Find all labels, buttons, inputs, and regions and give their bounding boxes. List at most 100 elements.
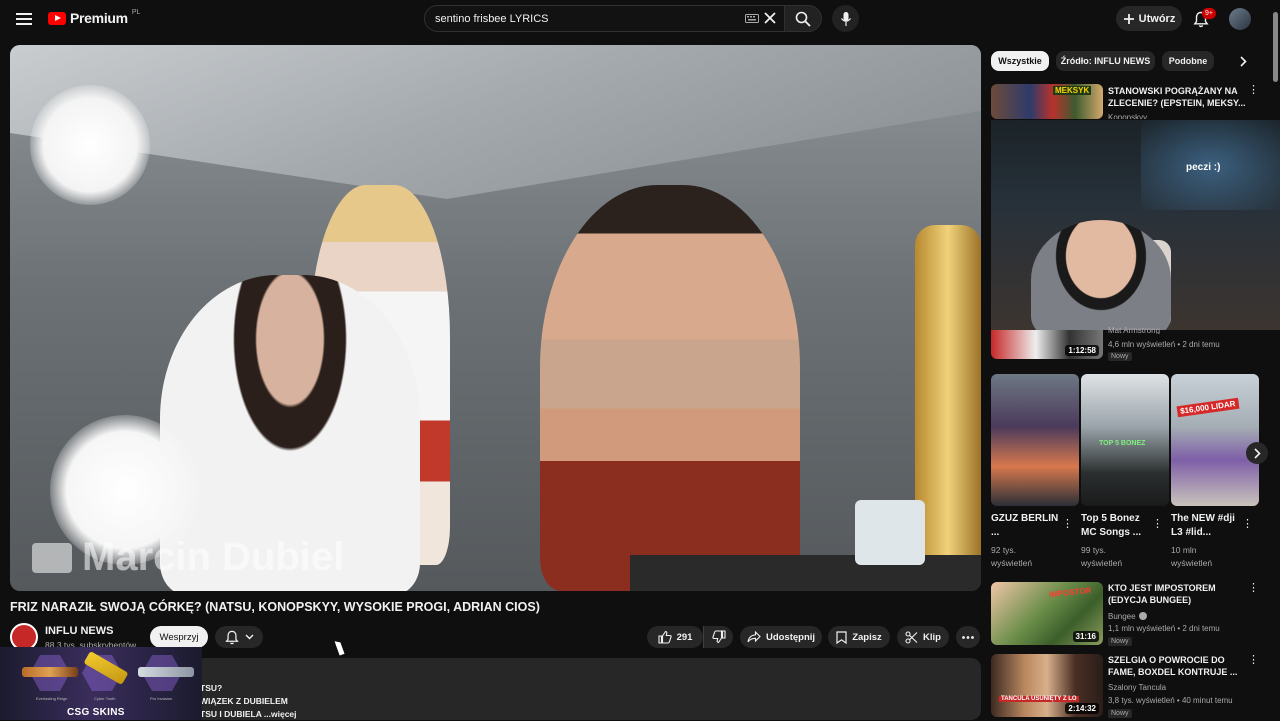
voice-search-button[interactable] — [832, 5, 859, 32]
related-video-title[interactable]: KTO JEST IMPOSTOREM (EDYCJA BUNGEE) — [1108, 582, 1246, 606]
clear-icon[interactable] — [762, 10, 778, 26]
related-video-channel[interactable]: Szalony Tancula — [1108, 682, 1166, 693]
related-video-channel[interactable]: Mat Armstrong — [1108, 327, 1160, 334]
video-frame-table — [630, 555, 981, 591]
save-button[interactable]: Zapisz — [828, 626, 890, 648]
skin-caption: Pro Invasion — [150, 696, 173, 701]
new-badge: Nowy — [1108, 709, 1132, 718]
video-duration: 31:16 — [1072, 631, 1099, 642]
verified-icon — [1139, 612, 1147, 620]
short-views: 99 tys. wyświetleń — [1081, 545, 1123, 568]
more-vertical-icon[interactable]: ⋮ — [1248, 583, 1259, 594]
logo-text: Premium — [70, 10, 128, 26]
description-line: TSU I DUBIELA — [200, 709, 262, 719]
chevron-right-icon[interactable] — [1234, 52, 1252, 70]
short-thumbnail[interactable]: $16,000 LIDAR — [1171, 374, 1259, 506]
related-video-channel[interactable]: Konopskyy — [1108, 112, 1147, 119]
streamer-webcam-overlay — [991, 120, 1280, 330]
youtube-play-icon — [48, 11, 66, 25]
short-thumbnail[interactable] — [991, 374, 1079, 506]
shorts-next-button[interactable] — [1246, 442, 1268, 464]
share-label: Udostępnij — [765, 631, 816, 643]
related-video-meta: 4,6 mln wyświetleń • 2 dni temu — [1108, 340, 1220, 349]
rifle-skin-image — [138, 667, 194, 677]
description-line-last: TSU I DUBIELA ...więcej — [200, 708, 297, 721]
video-frame-cup — [855, 500, 925, 565]
create-label: Utwórz — [1138, 12, 1176, 25]
bookmark-icon — [836, 630, 847, 644]
chevron-down-icon — [245, 634, 253, 640]
video-duration: 1:12:58 — [1065, 345, 1099, 356]
related-video-channel[interactable]: Bungee — [1108, 611, 1136, 622]
more-actions-button[interactable] — [956, 626, 980, 648]
short-title[interactable]: The NEW #dji L3 #lid... — [1171, 512, 1239, 540]
skin-caption: Cyber Tooth — [94, 696, 116, 701]
related-video-title[interactable]: STANOWSKI POGRĄŻANY NA ZLECENIE? (EPSTEI… — [1108, 85, 1246, 109]
more-vertical-icon[interactable]: ⋮ — [1062, 519, 1073, 530]
video-player[interactable]: Marcin Dubiel — [10, 45, 981, 591]
search-input[interactable]: sentino frisbee LYRICS — [424, 5, 786, 32]
chip-related[interactable]: Podobne — [1162, 51, 1214, 71]
thumbs-down-icon — [711, 630, 726, 644]
search-icon — [795, 11, 811, 27]
video-frame-ceiling — [10, 45, 981, 199]
scissors-icon — [905, 630, 918, 644]
webcam-neon-sign: peczi :) — [1186, 162, 1221, 173]
new-badge: Nowy — [1108, 352, 1132, 361]
chip-all[interactable]: Wszystkie — [991, 51, 1049, 71]
channel-name[interactable]: INFLU NEWS — [45, 625, 113, 637]
more-vertical-icon[interactable]: ⋮ — [1248, 85, 1259, 96]
logo-country: PL — [131, 8, 141, 16]
more-vertical-icon[interactable]: ⋮ — [1248, 655, 1259, 666]
watermark-text: Marcin Dubiel — [82, 535, 345, 579]
related-video-title[interactable]: SZELGIA O POWROCIE DO FAME, BOXDEL KONTR… — [1108, 654, 1246, 678]
short-title[interactable]: Top 5 Bonez MC Songs ... — [1081, 512, 1153, 540]
related-video-thumbnail[interactable]: MEKSYK — [991, 84, 1103, 119]
search-button[interactable] — [784, 5, 822, 32]
search-input-value: sentino frisbee LYRICS — [435, 12, 549, 25]
menu-icon[interactable] — [14, 9, 34, 29]
clip-button[interactable]: Klip — [897, 626, 949, 648]
related-video-thumbnail[interactable]: TANCULA USUNIĘTY Z LO 2:14:32 — [991, 654, 1103, 717]
chevron-right-icon — [1253, 447, 1261, 459]
rifle-skin-image — [22, 667, 78, 677]
skin-caption: Everlasting Reign — [36, 696, 68, 701]
mouse-cursor — [334, 639, 345, 656]
page-scrollbar-thumb[interactable] — [1273, 12, 1278, 82]
youtube-premium-logo[interactable]: Premium PL — [48, 8, 141, 26]
short-thumbnail[interactable]: TOP 5 BONEZ — [1081, 374, 1169, 506]
short-title[interactable]: GZUZ BERLIN ... — [991, 512, 1061, 540]
subscription-notify-button[interactable] — [215, 626, 263, 648]
related-video-meta: 1,1 mln wyświetleń • 2 dni temu — [1108, 624, 1220, 633]
more-vertical-icon[interactable]: ⋮ — [1152, 519, 1163, 530]
save-label: Zapisz — [852, 631, 882, 643]
thumbnail-text: MEKSYK — [1053, 86, 1092, 95]
more-vertical-icon[interactable]: ⋮ — [1242, 519, 1253, 530]
notifications-badge: 9+ — [1202, 8, 1216, 19]
camera-icon — [32, 542, 72, 573]
share-button[interactable]: Udostępnij — [740, 626, 822, 648]
description-more-link[interactable]: ...więcej — [264, 709, 297, 719]
bell-icon — [224, 630, 239, 644]
description-line: WIĄZEK Z DUBIELEM — [200, 696, 288, 706]
description-text: TSU? WIĄZEK Z DUBIELEM TSU I DUBIELA ...… — [200, 682, 297, 721]
support-button[interactable]: Wesprzyj — [150, 626, 208, 648]
related-video-meta: 3,8 tys. wyświetleń • 40 minut temu — [1108, 696, 1233, 705]
related-video-thumbnail[interactable]: 1:12:58 — [991, 330, 1103, 359]
like-count: 291 — [676, 631, 693, 643]
like-button[interactable]: 291 — [647, 626, 703, 648]
webcam-streamer — [1031, 220, 1171, 330]
short-views: 10 mln wyświetleń — [1171, 545, 1213, 568]
create-button[interactable]: Utwórz — [1116, 6, 1182, 31]
related-video-thumbnail[interactable]: IMPOSTOR 31:16 — [991, 582, 1103, 645]
video-title: FRIZ NARAZIŁ SWOJĄ CÓRKĘ? (NATSU, KONOPS… — [10, 600, 540, 614]
account-avatar[interactable] — [1229, 8, 1251, 30]
thumbnail-text: TANCULA USUNIĘTY Z LO — [999, 696, 1079, 702]
video-duration: 2:14:32 — [1065, 703, 1099, 714]
keyboard-icon[interactable] — [744, 11, 760, 25]
dislike-button[interactable] — [703, 626, 733, 648]
chip-source[interactable]: Źródło: INFLU NEWS — [1056, 51, 1155, 71]
video-watermark: Marcin Dubiel — [32, 535, 344, 580]
thumbs-up-icon — [658, 630, 672, 644]
clip-label: Klip — [923, 631, 941, 643]
